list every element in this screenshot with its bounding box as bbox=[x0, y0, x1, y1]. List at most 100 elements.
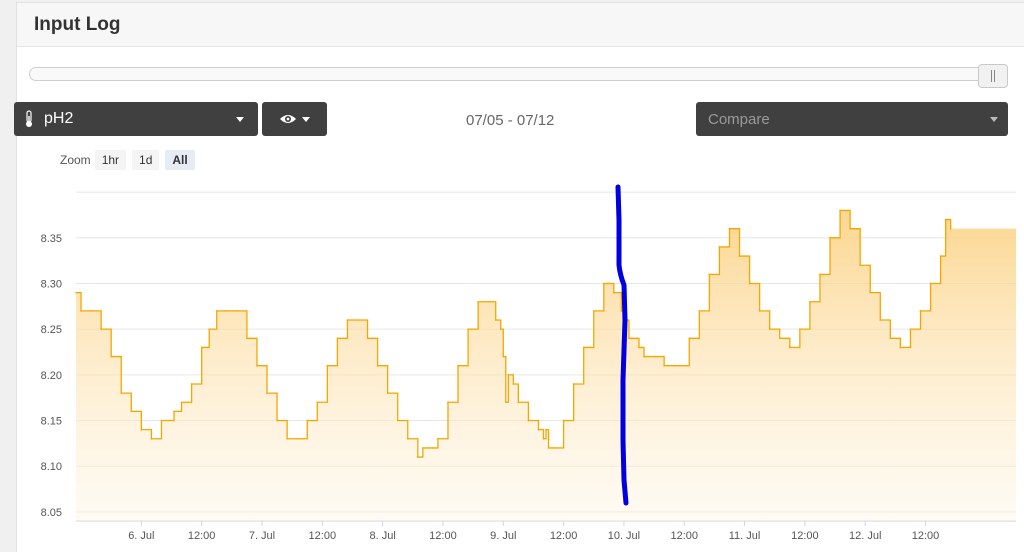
data-point bbox=[889, 337, 892, 340]
data-point bbox=[286, 437, 288, 440]
data-point bbox=[562, 419, 565, 422]
data-point bbox=[256, 364, 258, 367]
data-point bbox=[698, 310, 701, 312]
data-point bbox=[376, 364, 379, 367]
data-point bbox=[437, 437, 439, 440]
data-point bbox=[527, 419, 530, 422]
data-point bbox=[512, 383, 515, 385]
data-point bbox=[909, 328, 912, 330]
data-point bbox=[678, 364, 681, 367]
data-point bbox=[346, 319, 349, 321]
y-tick-label: 8.15 bbox=[41, 416, 62, 428]
data-point bbox=[504, 401, 507, 404]
data-point bbox=[301, 437, 304, 440]
data-point bbox=[859, 264, 861, 267]
data-point bbox=[477, 300, 479, 303]
data-point bbox=[215, 310, 218, 312]
data-point bbox=[620, 310, 623, 312]
data-point bbox=[467, 328, 469, 330]
data-point bbox=[582, 346, 585, 349]
data-point bbox=[673, 364, 675, 367]
data-point bbox=[326, 364, 329, 367]
data-point bbox=[944, 218, 947, 221]
data-point bbox=[447, 401, 449, 404]
data-point bbox=[406, 437, 409, 440]
data-point bbox=[718, 246, 721, 248]
data-point bbox=[517, 401, 520, 404]
ph-chart: 8.05 8.10 8.15 8.20 8.25 8.30 8.35 6. Jul 12:00… bbox=[41, 184, 1016, 542]
data-point bbox=[592, 310, 595, 312]
data-point bbox=[80, 310, 82, 312]
data-point bbox=[180, 401, 183, 404]
data-point bbox=[643, 355, 645, 358]
x-tick-label: 12:00 bbox=[670, 530, 698, 542]
data-point bbox=[296, 437, 298, 440]
y-tick-label: 8.35 bbox=[41, 233, 62, 245]
data-point bbox=[613, 291, 615, 294]
data-point bbox=[849, 227, 851, 230]
data-point bbox=[552, 447, 555, 449]
data-point bbox=[507, 374, 510, 376]
x-tick-label: 7. Jul bbox=[249, 530, 275, 542]
data-point bbox=[173, 410, 175, 413]
data-point bbox=[276, 419, 278, 422]
data-point bbox=[336, 337, 339, 340]
x-tick-label: 12:00 bbox=[309, 530, 337, 542]
data-point bbox=[417, 456, 419, 458]
data-point bbox=[778, 337, 781, 340]
y-tick-label: 8.10 bbox=[41, 461, 62, 473]
data-point bbox=[120, 392, 123, 394]
data-point bbox=[809, 300, 811, 303]
data-point bbox=[168, 419, 170, 422]
data-point bbox=[608, 282, 610, 285]
series-area bbox=[76, 210, 1016, 522]
data-point bbox=[316, 401, 319, 404]
data-point bbox=[919, 310, 922, 312]
x-tick-label: 12:00 bbox=[912, 530, 940, 542]
data-point bbox=[432, 447, 434, 449]
data-point bbox=[879, 319, 882, 321]
data-point bbox=[487, 300, 489, 303]
data-point bbox=[839, 209, 841, 212]
data-point bbox=[603, 282, 605, 285]
x-tick-label: 12:00 bbox=[791, 530, 819, 542]
data-point bbox=[708, 273, 711, 276]
data-point bbox=[75, 291, 77, 294]
x-tick-label: 6. Jul bbox=[128, 530, 154, 542]
y-tick-label: 8.25 bbox=[41, 324, 62, 336]
data-point bbox=[208, 328, 211, 330]
data-point bbox=[738, 255, 741, 257]
data-point bbox=[266, 392, 268, 394]
data-point bbox=[758, 310, 761, 312]
data-point bbox=[688, 337, 691, 340]
data-point bbox=[140, 428, 143, 431]
data-point bbox=[110, 355, 112, 358]
data-point bbox=[100, 328, 102, 330]
x-tick-label: 11. Jul bbox=[729, 530, 761, 542]
data-point bbox=[788, 346, 791, 349]
data-point bbox=[799, 328, 801, 330]
data-point bbox=[829, 237, 831, 239]
x-tick-label: 12:00 bbox=[429, 530, 457, 542]
data-point bbox=[502, 355, 505, 358]
data-point bbox=[150, 437, 153, 440]
data-point bbox=[366, 337, 369, 340]
data-point bbox=[653, 355, 655, 358]
data-point bbox=[396, 419, 399, 422]
x-tick-label: 12. Jul bbox=[849, 530, 881, 542]
data-point bbox=[499, 328, 502, 330]
x-tick-label: 8. Jul bbox=[369, 530, 395, 542]
data-point bbox=[628, 337, 630, 340]
y-axis-ticks: 8.05 8.10 8.15 8.20 8.25 8.30 8.35 bbox=[41, 233, 62, 519]
data-point bbox=[929, 282, 932, 285]
data-point bbox=[939, 255, 942, 257]
data-point bbox=[537, 428, 540, 431]
data-point bbox=[663, 364, 665, 367]
y-tick-label: 8.30 bbox=[41, 278, 62, 290]
data-point bbox=[728, 227, 731, 230]
data-point bbox=[899, 346, 902, 349]
data-point bbox=[542, 437, 545, 440]
data-point bbox=[427, 447, 429, 449]
data-point bbox=[190, 383, 193, 385]
x-tick-label: 12:00 bbox=[188, 530, 216, 542]
